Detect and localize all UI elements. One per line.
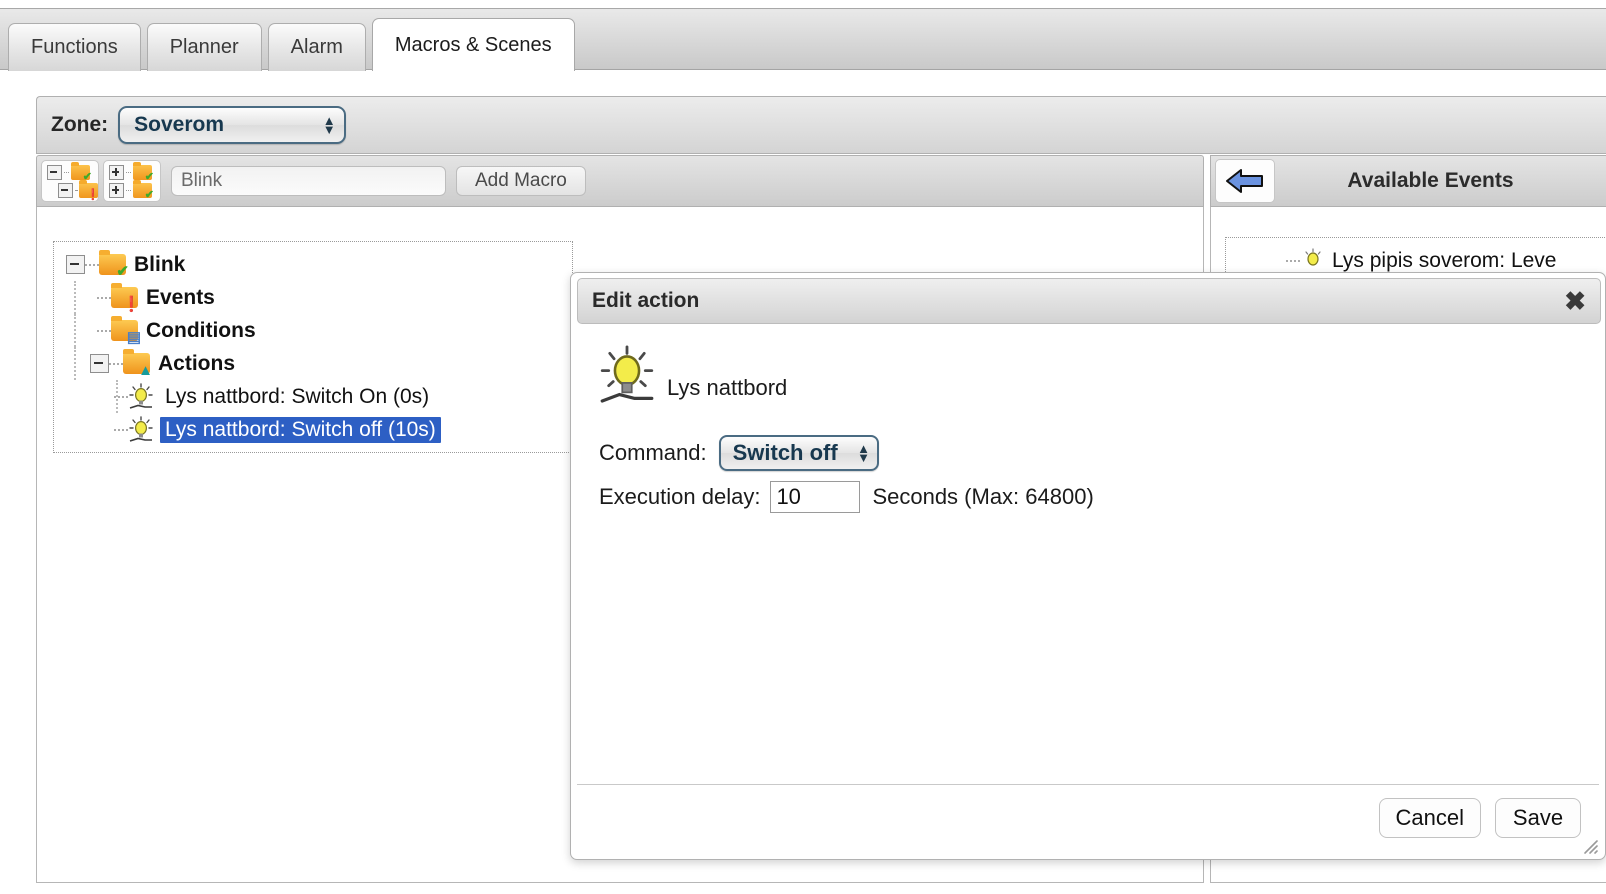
save-button[interactable]: Save bbox=[1495, 798, 1581, 838]
command-label: Command: bbox=[599, 440, 707, 465]
tree-expand-all-button[interactable]: ✔ ✔ bbox=[103, 160, 161, 202]
tree-node-events[interactable]: ❗ Events bbox=[54, 281, 568, 314]
cancel-button[interactable]: Cancel bbox=[1378, 798, 1481, 838]
tree-node-label: Conditions bbox=[146, 318, 256, 342]
macro-name-input[interactable] bbox=[171, 166, 446, 196]
folder-runner-icon: ▲ bbox=[123, 349, 153, 378]
zone-select-value: Soverom bbox=[134, 113, 225, 136]
available-events-header: Available Events bbox=[1210, 155, 1606, 207]
tree-elbow bbox=[97, 296, 111, 299]
tree-elbow bbox=[85, 263, 99, 266]
tab-label: Macros & Scenes bbox=[394, 33, 552, 56]
lightbulb-icon bbox=[1305, 247, 1321, 266]
close-icon[interactable]: ✖ bbox=[1564, 288, 1586, 314]
tree-leaf-switch-off[interactable]: Lys nattbord: Switch off (10s) bbox=[54, 413, 568, 446]
tree-expand-icon-sub: ✔ bbox=[109, 179, 160, 200]
lightbulb-icon bbox=[129, 415, 153, 442]
tree-toggle-actions[interactable] bbox=[90, 354, 109, 373]
available-events-title: Available Events bbox=[1347, 169, 1514, 192]
tree-elbow bbox=[109, 362, 123, 365]
zone-bar: Zone: Soverom ▲ ▼ bbox=[36, 96, 1606, 154]
tree-elbow bbox=[97, 329, 111, 332]
zone-select[interactable]: Soverom ▲ ▼ bbox=[118, 106, 347, 144]
tab-macros-and-scenes[interactable]: Macros & Scenes bbox=[371, 18, 575, 71]
command-row: Command: Switch off ▲ ▼ bbox=[599, 435, 1579, 471]
tree-node-actions[interactable]: ▲ Actions bbox=[54, 347, 568, 380]
tree-elbow bbox=[114, 428, 128, 431]
tree-leaf-switch-on[interactable]: Lys nattbord: Switch On (0s) bbox=[54, 380, 568, 413]
tab-functions[interactable]: Functions bbox=[8, 23, 141, 71]
device-name: Lys nattbord bbox=[667, 375, 788, 400]
add-macro-button[interactable]: Add Macro bbox=[456, 166, 586, 196]
delay-row: Execution delay: Seconds (Max: 64800) bbox=[599, 481, 1579, 513]
macro-toolbar: ✔ ❗ ✔ ✔ Add Macro bbox=[36, 155, 1204, 207]
folder-clipboard-icon: ▤ bbox=[111, 316, 141, 345]
command-select[interactable]: Switch off ▲ ▼ bbox=[718, 435, 879, 471]
edit-action-dialog: Edit action ✖ Lys nattbord Command: Swit… bbox=[570, 272, 1606, 860]
tree-toggle-blink[interactable] bbox=[66, 255, 85, 274]
dialog-titlebar: Edit action ✖ bbox=[577, 278, 1601, 324]
execution-delay-input[interactable] bbox=[770, 481, 861, 513]
lightbulb-icon bbox=[600, 345, 654, 403]
tree-collapse-icon-sub: ❗ bbox=[47, 179, 100, 200]
tree-collapse-all-button[interactable]: ✔ ❗ bbox=[41, 160, 100, 202]
left-arrow-icon bbox=[1226, 169, 1263, 193]
tab-label: Alarm bbox=[290, 36, 343, 58]
tree-collapse-icon: ✔ bbox=[47, 161, 98, 182]
tree-leaf-label: Lys nattbord: Switch On (0s) bbox=[165, 384, 430, 408]
tree-node-blink[interactable]: ✔ Blink bbox=[54, 248, 568, 281]
dialog-footer: Cancel Save bbox=[577, 784, 1599, 851]
tab-label: Functions bbox=[31, 36, 118, 58]
chevron-updown-icon: ▲ ▼ bbox=[322, 113, 336, 137]
tree-node-conditions[interactable]: ▤ Conditions bbox=[54, 314, 568, 347]
resize-grip-icon[interactable] bbox=[1581, 837, 1599, 855]
delay-units-label: Seconds (Max: 64800) bbox=[872, 484, 1094, 509]
folder-check-icon: ✔ bbox=[99, 250, 129, 279]
tree-leaf-label: Lys pipis soverom: Leve bbox=[1332, 248, 1557, 272]
lightbulb-icon bbox=[129, 382, 153, 409]
tree-expand-icon: ✔ bbox=[109, 161, 160, 182]
macro-tree: ✔ Blink ❗ Events ▤ Conditions ▲ Actions bbox=[53, 241, 573, 453]
device-row: Lys nattbord bbox=[599, 345, 1579, 407]
tree-elbow bbox=[1286, 259, 1300, 262]
tab-planner[interactable]: Planner bbox=[146, 23, 262, 71]
tree-leaf-label: Lys nattbord: Switch off (10s) bbox=[160, 416, 441, 443]
dialog-body: Lys nattbord Command: Switch off ▲ ▼ Exec… bbox=[571, 329, 1606, 523]
tab-alarm[interactable]: Alarm bbox=[267, 23, 366, 71]
back-arrow-button[interactable] bbox=[1215, 159, 1275, 203]
tab-label: Planner bbox=[169, 36, 239, 58]
tree-node-label: Events bbox=[146, 285, 215, 309]
tree-node-label: Blink bbox=[134, 252, 186, 276]
tab-list: Functions Planner Alarm Macros & Scenes bbox=[8, 18, 581, 71]
zone-label: Zone: bbox=[51, 113, 109, 136]
tree-node-label: Actions bbox=[158, 351, 236, 375]
delay-label: Execution delay: bbox=[599, 484, 761, 509]
command-select-value: Switch off bbox=[732, 440, 838, 465]
tab-strip: Functions Planner Alarm Macros & Scenes bbox=[0, 8, 1606, 71]
chevron-updown-icon: ▲ ▼ bbox=[857, 441, 871, 465]
folder-alert-icon: ❗ bbox=[111, 283, 141, 312]
dialog-title: Edit action bbox=[592, 289, 700, 312]
